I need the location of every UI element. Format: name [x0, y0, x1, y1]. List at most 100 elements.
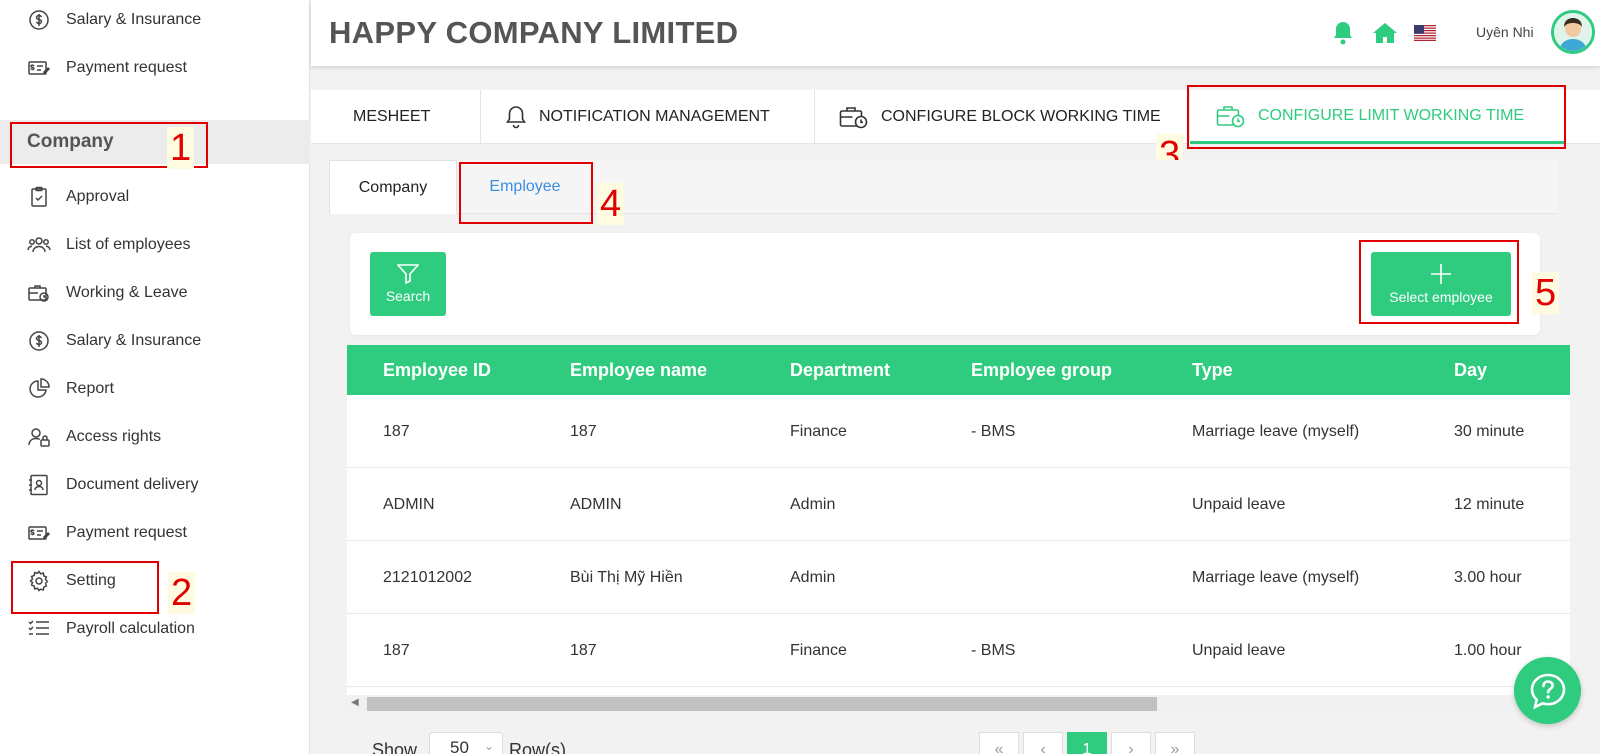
sidebar-item-list-of-employees[interactable]: List of employees — [0, 225, 310, 265]
table-row[interactable]: ADMIN ADMIN Admin Unpaid leave 12 minute — [347, 468, 1570, 541]
sidebar-item-label: Salary & Insurance — [66, 11, 202, 28]
sidebar-item-salary-insurance[interactable]: Salary & Insurance — [0, 321, 310, 361]
clipboard-check-icon — [26, 184, 52, 210]
cell-day: 1.00 hour — [1454, 641, 1522, 659]
scroll-left-arrow-icon[interactable]: ◀ — [351, 697, 359, 708]
cell-employee-group: - BMS — [971, 422, 1016, 440]
checklist-icon — [26, 616, 52, 642]
sidebar-item-payment-request-top[interactable]: Payment request — [0, 48, 310, 88]
sidebar-item-label: Salary & Insurance — [66, 332, 202, 349]
sidebar-item-document-delivery[interactable]: Document delivery — [0, 465, 310, 505]
table-row[interactable]: 187 187 Finance - BMS Unpaid leave 1.00 … — [347, 614, 1570, 687]
page-first-button[interactable]: « — [979, 732, 1019, 754]
search-button-label: Search — [385, 288, 431, 304]
sidebar-item-payment-request[interactable]: Payment request — [0, 513, 310, 553]
user-name[interactable]: Uyên Nhi — [1476, 24, 1534, 40]
sidebar-item-label: Working & Leave — [66, 284, 188, 301]
annotation-box-3 — [1187, 85, 1566, 149]
column-header-employee-group[interactable]: Employee group — [971, 345, 1112, 395]
sidebar-item-working-leave[interactable]: Working & Leave — [0, 273, 310, 313]
page-next-button[interactable]: › — [1111, 732, 1151, 754]
annotation-number-5: 5 — [1532, 272, 1560, 314]
avatar[interactable] — [1551, 10, 1595, 54]
cell-employee-id: 2121012002 — [383, 568, 472, 586]
annotation-box-2 — [11, 561, 159, 614]
table-row[interactable]: 2121012002 Bùi Thị Mỹ Hiền Admin Marriag… — [347, 541, 1570, 614]
column-header-employee-name[interactable]: Employee name — [570, 345, 707, 395]
annotation-box-4 — [459, 162, 593, 224]
sidebar-item-label: Document delivery — [66, 476, 199, 493]
filter-icon — [397, 264, 419, 284]
subtab-company[interactable]: Company — [329, 160, 457, 214]
cell-department: Admin — [790, 568, 836, 586]
sidebar-item-label: Access rights — [66, 428, 162, 445]
home-icon[interactable] — [1372, 20, 1398, 46]
table-horizontal-scrollbar[interactable]: ◀ — [347, 695, 1570, 713]
cell-employee-name: Bùi Thị Mỹ Hiền — [570, 568, 683, 586]
users-icon — [26, 232, 52, 258]
bell-outline-icon — [505, 105, 527, 129]
sidebar-item-approval[interactable]: Approval — [0, 177, 310, 217]
sidebar-item-label: Payment request — [66, 59, 187, 76]
cell-day: 12 minute — [1454, 495, 1525, 513]
annotation-number-1: 1 — [167, 127, 195, 169]
cell-type: Marriage leave (myself) — [1192, 422, 1360, 440]
cell-department: Finance — [790, 422, 847, 440]
sidebar-item-report[interactable]: Report — [0, 369, 310, 409]
pie-chart-icon — [26, 376, 52, 402]
payment-icon — [26, 55, 52, 81]
cell-employee-id: ADMIN — [383, 495, 435, 513]
rows-label: Row(s) — [509, 740, 566, 754]
sidebar-item-label: Report — [66, 380, 115, 397]
help-chat-icon — [1530, 673, 1565, 709]
company-title: HAPPY COMPANY LIMITED — [329, 15, 739, 50]
cell-employee-id: 187 — [383, 422, 410, 440]
annotation-box-5 — [1359, 240, 1519, 324]
cell-department: Finance — [790, 641, 847, 659]
sidebar-item-access-rights[interactable]: Access rights — [0, 417, 310, 457]
annotation-number-4: 4 — [597, 183, 625, 225]
employee-limit-table: Employee ID Employee name Department Emp… — [347, 345, 1570, 711]
sidebar-item-salary-insurance-top[interactable]: Salary & Insurance — [0, 0, 310, 40]
show-label: Show — [372, 740, 418, 754]
cell-type: Marriage leave (myself) — [1192, 568, 1360, 586]
tab-label: NOTIFICATION MANAGEMENT — [539, 108, 770, 125]
column-header-department[interactable]: Department — [790, 345, 890, 395]
rows-per-page-value: 50 — [450, 738, 469, 754]
page-prev-button[interactable]: ‹ — [1023, 732, 1063, 754]
tab-timesheet[interactable]: MESHEET — [353, 90, 481, 144]
chevron-down-icon: ⌄ — [483, 739, 494, 753]
scrollbar-thumb[interactable] — [367, 697, 1157, 711]
rows-per-page-select[interactable]: 50 ⌄ — [429, 732, 503, 754]
cell-type: Unpaid leave — [1192, 641, 1286, 659]
search-button[interactable]: Search — [370, 252, 446, 316]
tab-notification-management[interactable]: NOTIFICATION MANAGEMENT — [481, 90, 815, 144]
bell-icon[interactable] — [1330, 20, 1356, 46]
cell-employee-name: ADMIN — [570, 495, 622, 513]
cell-type: Unpaid leave — [1192, 495, 1286, 513]
payment-icon — [26, 520, 52, 546]
page-last-button[interactable]: » — [1155, 732, 1195, 754]
cell-employee-id: 187 — [383, 641, 410, 659]
sidebar-item-label: Payroll calculation — [66, 620, 195, 637]
page-current-button[interactable]: 1 — [1067, 732, 1107, 754]
column-header-day[interactable]: Day — [1454, 345, 1487, 395]
cell-day: 3.00 hour — [1454, 568, 1522, 586]
cell-day: 30 minute — [1454, 422, 1525, 440]
sidebar-item-label: List of employees — [66, 236, 191, 253]
annotation-number-2: 2 — [168, 572, 196, 614]
column-header-type[interactable]: Type — [1192, 345, 1233, 395]
cell-employee-name: 187 — [570, 641, 597, 659]
sidebar-item-payroll-calculation[interactable]: Payroll calculation — [0, 609, 310, 649]
tab-label: CONFIGURE BLOCK WORKING TIME — [881, 108, 1161, 125]
briefcase-clock-icon — [839, 104, 869, 130]
column-header-employee-id[interactable]: Employee ID — [383, 345, 491, 395]
table-header: Employee ID Employee name Department Emp… — [347, 345, 1570, 395]
tab-configure-block-working-time[interactable]: CONFIGURE BLOCK WORKING TIME — [815, 90, 1190, 144]
document-user-icon — [26, 472, 52, 498]
table-row[interactable]: 187 187 Finance - BMS Marriage leave (my… — [347, 395, 1570, 468]
us-flag-icon[interactable] — [1412, 20, 1438, 46]
tab-label: MESHEET — [353, 108, 431, 125]
top-header: HAPPY COMPANY LIMITED Uyên Nhi — [311, 0, 1600, 66]
help-button[interactable] — [1514, 657, 1581, 724]
